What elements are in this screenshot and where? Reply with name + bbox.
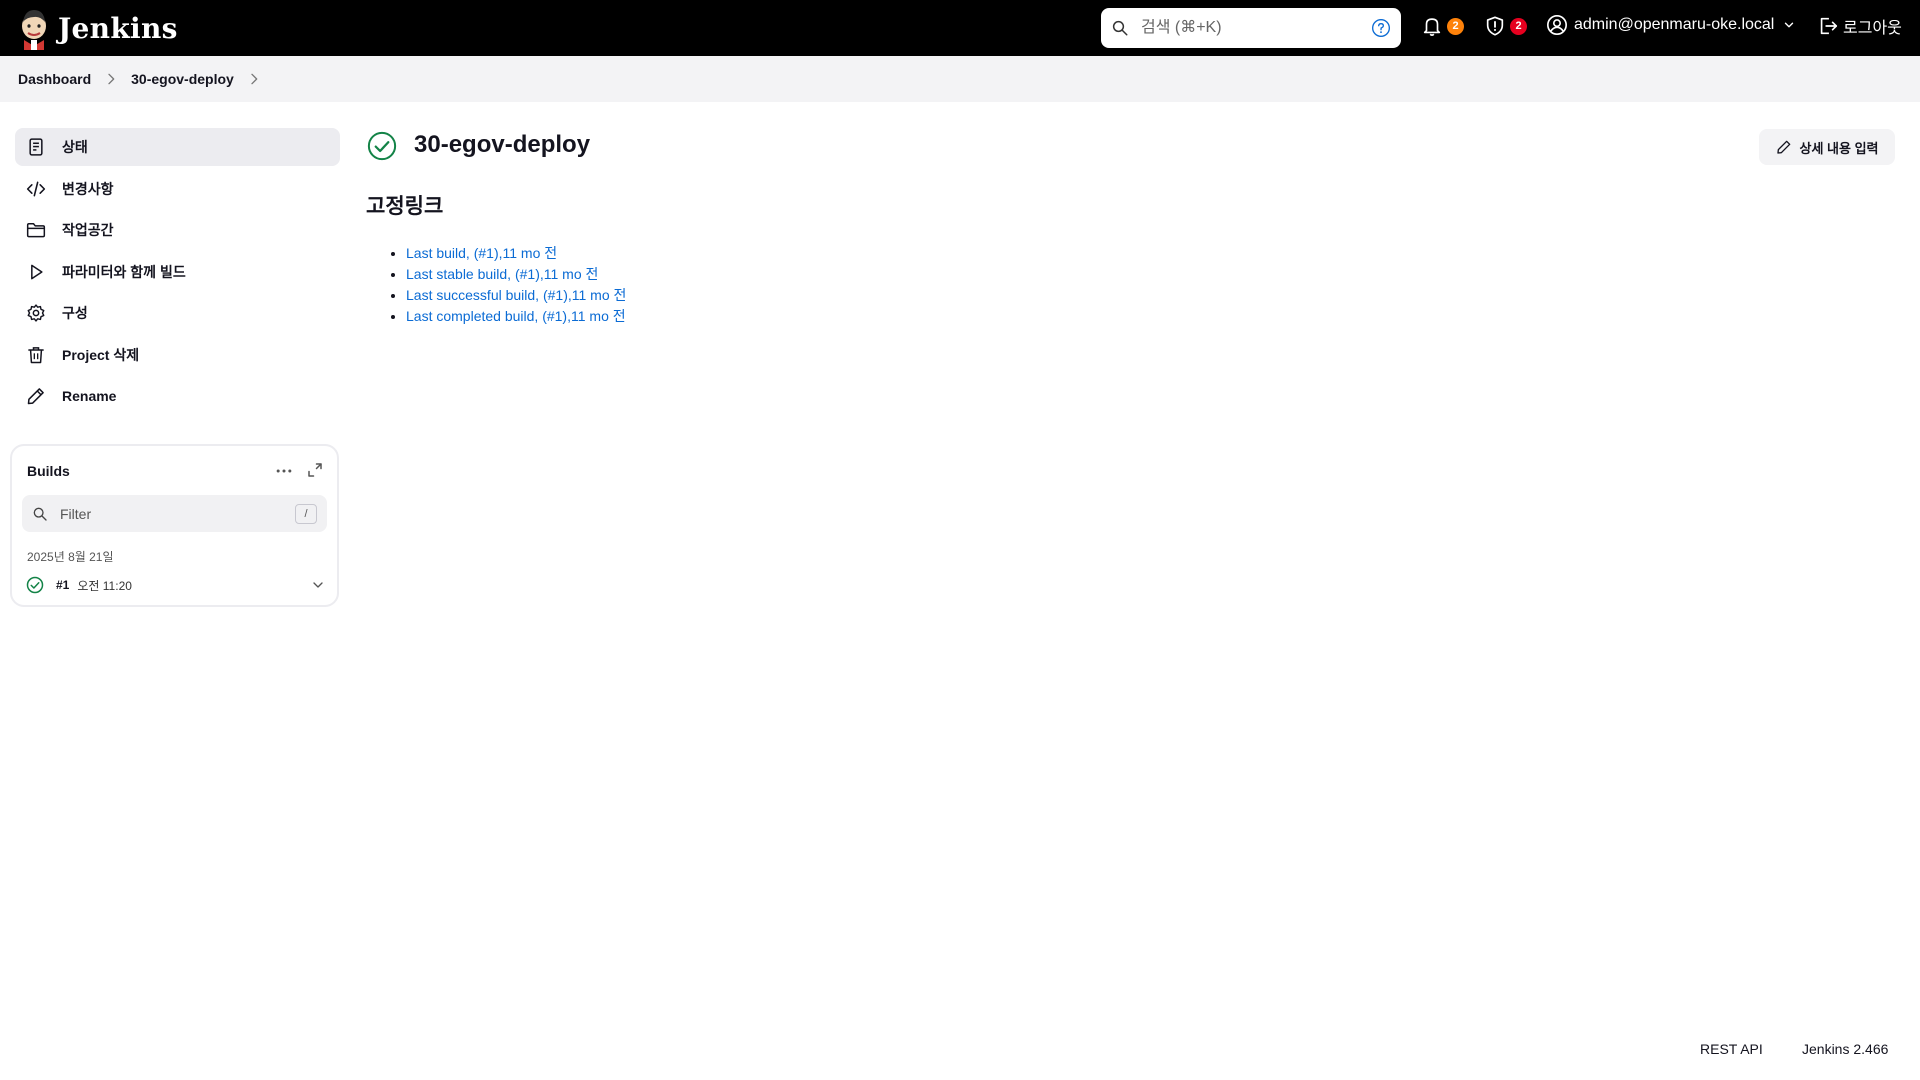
sidebar-item-label: Rename — [62, 388, 117, 404]
sidebar-item-rename[interactable]: Rename — [15, 377, 340, 415]
search-input[interactable] — [1141, 19, 1371, 37]
sidebar-item-workspace[interactable]: 작업공간 — [15, 211, 340, 249]
user-name: admin@openmaru-oke.local — [1574, 16, 1775, 33]
page-title: 30-egov-deploy — [414, 131, 591, 158]
logout-button[interactable]: 로그아웃 — [1817, 14, 1902, 38]
bell-icon — [1423, 18, 1441, 36]
pencil-icon — [1776, 140, 1790, 154]
sidebar-item-configure[interactable]: 구성 — [15, 294, 340, 332]
chevron-down-icon[interactable] — [310, 577, 326, 593]
permalink-last-build[interactable]: Last build, (#1),11 mo 전 — [406, 245, 557, 261]
build-time: 오전 11:20 — [77, 578, 132, 593]
sidebar-nav: 상태 변경사항 작업공간 파라미터와 함께 빌드 구성 Project 삭제 R… — [15, 128, 340, 419]
logout-icon — [1820, 17, 1838, 35]
sidebar-item-changes[interactable]: 변경사항 — [15, 170, 340, 208]
trash-icon — [28, 346, 44, 363]
play-icon — [31, 264, 43, 279]
builds-panel: Builds / 2025년 8월 21일 #1 오전 11:20 — [10, 444, 339, 607]
breadcrumb: Dashboard 30-egov-deploy — [0, 56, 1920, 102]
sidebar-item-build-with-parameters[interactable]: 파라미터와 함께 빌드 — [15, 253, 340, 291]
edit-description-label: 상세 내용 입력 — [1799, 140, 1879, 156]
filter-shortcut-hint: / — [295, 503, 317, 524]
breadcrumb-project[interactable]: 30-egov-deploy — [131, 71, 234, 87]
pencil-icon — [27, 388, 44, 405]
chevron-right-icon[interactable] — [246, 71, 262, 87]
success-check-icon — [26, 576, 44, 594]
build-number[interactable]: #1 — [56, 578, 69, 592]
list-item: Last successful build, (#1),11 mo 전 — [406, 285, 626, 306]
gear-icon — [27, 304, 45, 322]
jenkins-version[interactable]: Jenkins 2.466 — [1802, 1041, 1888, 1057]
build-row[interactable]: #1 오전 11:20 — [26, 575, 326, 595]
more-horizontal-icon[interactable] — [274, 461, 294, 481]
chevron-down-icon — [1785, 22, 1794, 28]
sidebar-item-delete-project[interactable]: Project 삭제 — [15, 336, 340, 374]
permalinks-list: Last build, (#1),11 mo 전 Last stable bui… — [406, 243, 626, 327]
jenkins-logo[interactable]: Jenkins — [18, 6, 178, 50]
logout-label: 로그아웃 — [1843, 20, 1902, 37]
top-header: Jenkins 2 2 ad — [0, 0, 1920, 56]
security-count-badge: 2 — [1510, 17, 1527, 35]
sidebar-item-label: 작업공간 — [62, 222, 114, 238]
document-icon — [29, 138, 43, 156]
builds-title: Builds — [27, 463, 70, 479]
shield-icon — [1486, 16, 1504, 36]
jenkins-butler-icon — [22, 10, 46, 50]
permalink-last-stable-build[interactable]: Last stable build, (#1),11 mo 전 — [406, 266, 598, 282]
sidebar-item-label: 변경사항 — [62, 180, 114, 197]
sidebar-item-label: 파라미터와 함께 빌드 — [62, 263, 186, 280]
edit-description-button[interactable]: 상세 내용 입력 — [1759, 129, 1895, 165]
app-name: Jenkins — [58, 11, 178, 45]
list-item: Last stable build, (#1),11 mo 전 — [406, 264, 626, 285]
permalink-last-completed-build[interactable]: Last completed build, (#1),11 mo 전 — [406, 308, 626, 324]
builds-filter-input[interactable] — [60, 505, 295, 522]
build-date-group: 2025년 8월 21일 — [27, 550, 114, 564]
rest-api-link[interactable]: REST API — [1700, 1041, 1763, 1057]
sidebar-item-label: 상태 — [62, 139, 88, 155]
security-button[interactable]: 2 — [1484, 14, 1527, 38]
notifications-button[interactable]: 2 — [1421, 14, 1464, 38]
permalinks-heading: 고정링크 — [366, 195, 444, 218]
code-icon — [26, 181, 46, 196]
success-check-icon — [367, 131, 397, 161]
sidebar-item-label: 구성 — [62, 305, 88, 321]
list-item: Last completed build, (#1),11 mo 전 — [406, 306, 626, 327]
user-menu-button[interactable]: admin@openmaru-oke.local — [1546, 14, 1796, 36]
expand-icon[interactable] — [306, 461, 324, 479]
help-icon[interactable] — [1371, 18, 1391, 38]
sidebar-item-label: Project 삭제 — [62, 346, 140, 363]
search-icon — [33, 507, 47, 521]
search-icon — [1112, 20, 1128, 36]
notifications-count-badge: 2 — [1447, 17, 1464, 35]
breadcrumb-dashboard[interactable]: Dashboard — [18, 71, 91, 87]
permalink-last-successful-build[interactable]: Last successful build, (#1),11 mo 전 — [406, 287, 626, 303]
sidebar-item-status[interactable]: 상태 — [15, 128, 340, 166]
list-item: Last build, (#1),11 mo 전 — [406, 243, 626, 264]
folder-icon — [26, 223, 46, 238]
chevron-right-icon — [108, 73, 115, 85]
global-search[interactable] — [1101, 8, 1401, 48]
builds-filter[interactable]: / — [22, 495, 327, 532]
user-icon — [1547, 15, 1567, 35]
